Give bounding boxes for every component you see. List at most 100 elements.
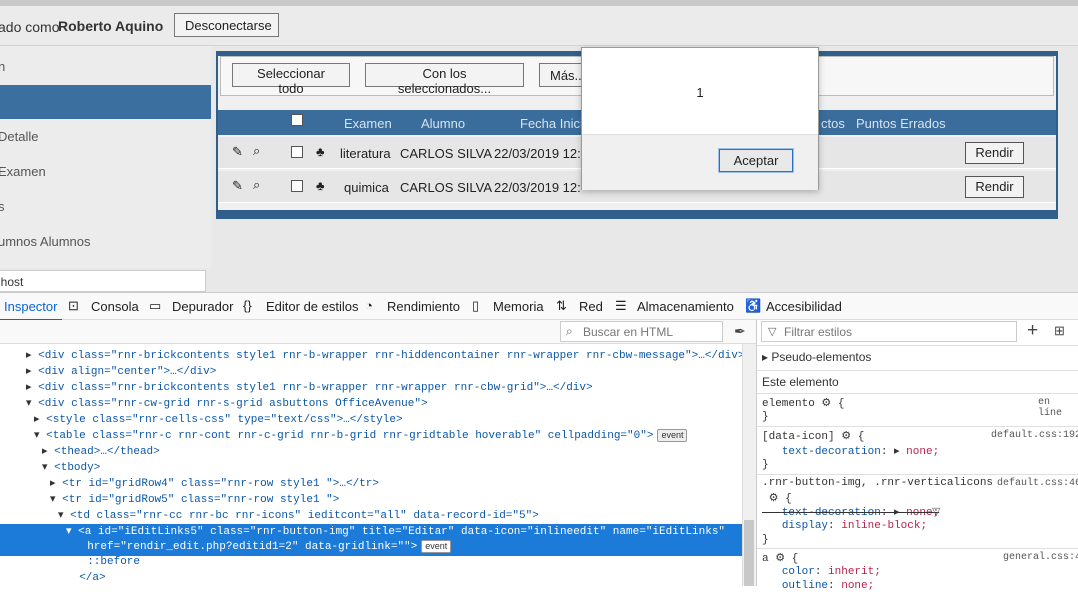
col-student[interactable]: Alumno: [421, 116, 465, 131]
tab-network[interactable]: Red: [579, 299, 603, 314]
html-node-text: <tr id="gridRow5" class="rnr-row style1 …: [62, 494, 340, 506]
rendir-button[interactable]: Rendir: [965, 142, 1024, 164]
tab-accessibility[interactable]: Accesibilidad: [766, 299, 842, 314]
declaration[interactable]: outline: none;: [762, 580, 874, 592]
logout-button[interactable]: Desconectarse: [174, 13, 279, 37]
toggle-classes-icon[interactable]: ⊞: [1054, 323, 1065, 339]
declaration-overridden[interactable]: text-decoration: ▸ none;: [762, 505, 939, 519]
html-node-line[interactable]: ▸ <div class="rnr-brickcontents style1 r…: [26, 348, 742, 364]
hierarchy-icon[interactable]: ♣: [316, 144, 325, 159]
html-node-line[interactable]: ▸ <div class="rnr-brickcontents style1 r…: [26, 380, 593, 396]
select-all-checkbox[interactable]: [291, 114, 303, 126]
dialog-footer: Aceptar: [582, 134, 818, 190]
expand-toggle-icon[interactable]: [66, 572, 79, 584]
accept-button[interactable]: Aceptar: [718, 148, 794, 173]
html-node-line[interactable]: ::before: [74, 556, 140, 572]
sidebar: n Detalle Examen s umnos Alumnos: [0, 46, 211, 268]
rule-4-source[interactable]: general.css:4: [1003, 552, 1078, 563]
tab-style-editor[interactable]: Editor de estilos: [266, 299, 359, 314]
tab-debugger[interactable]: Depurador: [172, 299, 233, 314]
eyedropper-icon[interactable]: ✒: [734, 323, 746, 340]
sidebar-item-s[interactable]: s: [0, 190, 211, 224]
event-badge[interactable]: event: [421, 540, 452, 553]
expand-toggle-icon[interactable]: ▸: [26, 382, 38, 394]
html-node-line[interactable]: ▸ <tr id="gridRow4" class="rnr-row style…: [50, 476, 379, 492]
html-node-line[interactable]: ▾ <a id="iEditLinks5" class="rnr-button-…: [0, 524, 742, 540]
html-node-line[interactable]: ▸ <style class="rnr-cells-css" type="tex…: [34, 412, 403, 428]
sidebar-item-detalle[interactable]: Detalle: [0, 120, 211, 154]
devtools-tabbar: Inspector ⊡ Consola ▭ Depurador {} Edito…: [0, 292, 1078, 321]
html-node-line[interactable]: ▾ <div class="rnr-cw-grid rnr-s-grid asb…: [26, 396, 428, 412]
html-node-line[interactable]: </a>: [66, 572, 105, 586]
edit-icon[interactable]: ✎: [232, 178, 243, 194]
expand-toggle-icon[interactable]: [74, 541, 87, 553]
expand-toggle-icon[interactable]: ▾: [66, 526, 78, 538]
declaration[interactable]: color: inherit;: [762, 566, 881, 578]
filter-styles-input[interactable]: Filtrar estilos: [761, 321, 1017, 342]
html-node-line[interactable]: ▾ <td class="rnr-cc rnr-bc rnr-icons" ie…: [58, 508, 539, 524]
html-scrollbar-thumb[interactable]: [744, 520, 754, 586]
expand-toggle-icon[interactable]: [74, 556, 87, 568]
property-name: text-decoration: [781, 446, 881, 458]
col-wrong[interactable]: Puntos Errados: [856, 116, 946, 131]
search-icon: ⌕: [566, 324, 573, 338]
sidebar-item-label: n: [0, 59, 6, 74]
sidebar-item-active[interactable]: [0, 85, 211, 119]
event-badge[interactable]: event: [657, 429, 688, 442]
rule-2-selector: [data-icon]: [762, 431, 835, 443]
html-node-line[interactable]: href="rendir_edit.php?editid1=2" data-gr…: [0, 540, 742, 556]
col-exam[interactable]: Examen: [344, 116, 392, 131]
tab-storage[interactable]: Almacenamiento: [637, 299, 734, 314]
status-url: lhost: [0, 270, 206, 292]
rule-2-source[interactable]: default.css:192: [991, 430, 1078, 441]
rules-divider: [757, 548, 1078, 549]
expand-toggle-icon[interactable]: ▸: [26, 350, 38, 362]
expand-toggle-icon[interactable]: ▾: [50, 494, 62, 506]
html-tree[interactable]: ▸ <div class="rnr-brickcontents style1 r…: [0, 344, 742, 586]
row-checkbox[interactable]: [291, 180, 303, 192]
col-date[interactable]: Fecha Inici: [520, 116, 583, 131]
html-node-line[interactable]: ▸ <thead>…</thead>: [42, 444, 160, 460]
rule-3-source[interactable]: default.css:46: [997, 478, 1078, 489]
magnifier-icon[interactable]: ⌕: [253, 143, 260, 159]
filter-icon[interactable]: ▽: [932, 505, 940, 518]
html-node-line[interactable]: ▸ <div align="center">…</div>: [26, 364, 216, 380]
sidebar-item-examen[interactable]: Examen: [0, 155, 211, 189]
expand-toggle-icon[interactable]: ▾: [58, 510, 70, 522]
rule-1-source[interactable]: en líne: [1038, 397, 1078, 419]
rendir-button[interactable]: Rendir: [965, 176, 1024, 198]
magnifier-icon[interactable]: ⌕: [253, 177, 260, 193]
status-url-text: lhost: [0, 275, 24, 289]
col-correct[interactable]: ctos: [821, 116, 845, 131]
html-node-line[interactable]: ▾ <tbody>: [42, 460, 100, 476]
tab-memory[interactable]: Memoria: [493, 299, 544, 314]
row-checkbox[interactable]: [291, 146, 303, 158]
html-node-text: <div class="rnr-brickcontents style1 rnr…: [38, 382, 593, 394]
expand-toggle-icon[interactable]: ▸: [26, 366, 38, 378]
html-node-line[interactable]: ▾ <tr id="gridRow5" class="rnr-row style…: [50, 492, 339, 508]
rules-divider: [757, 345, 1078, 346]
declaration[interactable]: display: inline-block;: [762, 520, 927, 532]
rule-close: }: [762, 459, 769, 471]
search-html-input[interactable]: Buscar en HTML: [560, 321, 723, 342]
expand-toggle-icon[interactable]: ▸: [42, 446, 54, 458]
tab-inspector[interactable]: Inspector: [4, 299, 57, 314]
html-node-line[interactable]: ▾ <table class="rnr-c rnr-cont rnr-c-gri…: [34, 428, 688, 444]
tab-performance[interactable]: Rendimiento: [387, 299, 460, 314]
declaration[interactable]: text-decoration: ▸ none;: [762, 444, 939, 458]
rule-selector: [data-icon] ⚙ {: [762, 431, 865, 443]
add-rule-icon[interactable]: +: [1027, 320, 1038, 342]
edit-icon[interactable]: ✎: [232, 144, 243, 160]
expand-toggle-icon[interactable]: ▾: [34, 430, 46, 442]
expand-toggle-icon[interactable]: ▾: [42, 462, 54, 474]
sidebar-item-alumnos[interactable]: umnos Alumnos: [0, 225, 211, 259]
pseudo-elements-toggle[interactable]: ▸ Pseudo-elementos: [762, 350, 871, 364]
select-all-button[interactable]: Seleccionar todo: [232, 63, 350, 96]
tab-console[interactable]: Consola: [91, 299, 139, 314]
expand-toggle-icon[interactable]: ▸: [50, 478, 62, 490]
expand-toggle-icon[interactable]: ▾: [26, 398, 38, 410]
sidebar-item-0[interactable]: n: [0, 50, 211, 84]
hierarchy-icon[interactable]: ♣: [316, 178, 325, 193]
with-selected-button[interactable]: Con los seleccionados...: [365, 63, 524, 96]
expand-toggle-icon[interactable]: ▸: [34, 414, 46, 426]
